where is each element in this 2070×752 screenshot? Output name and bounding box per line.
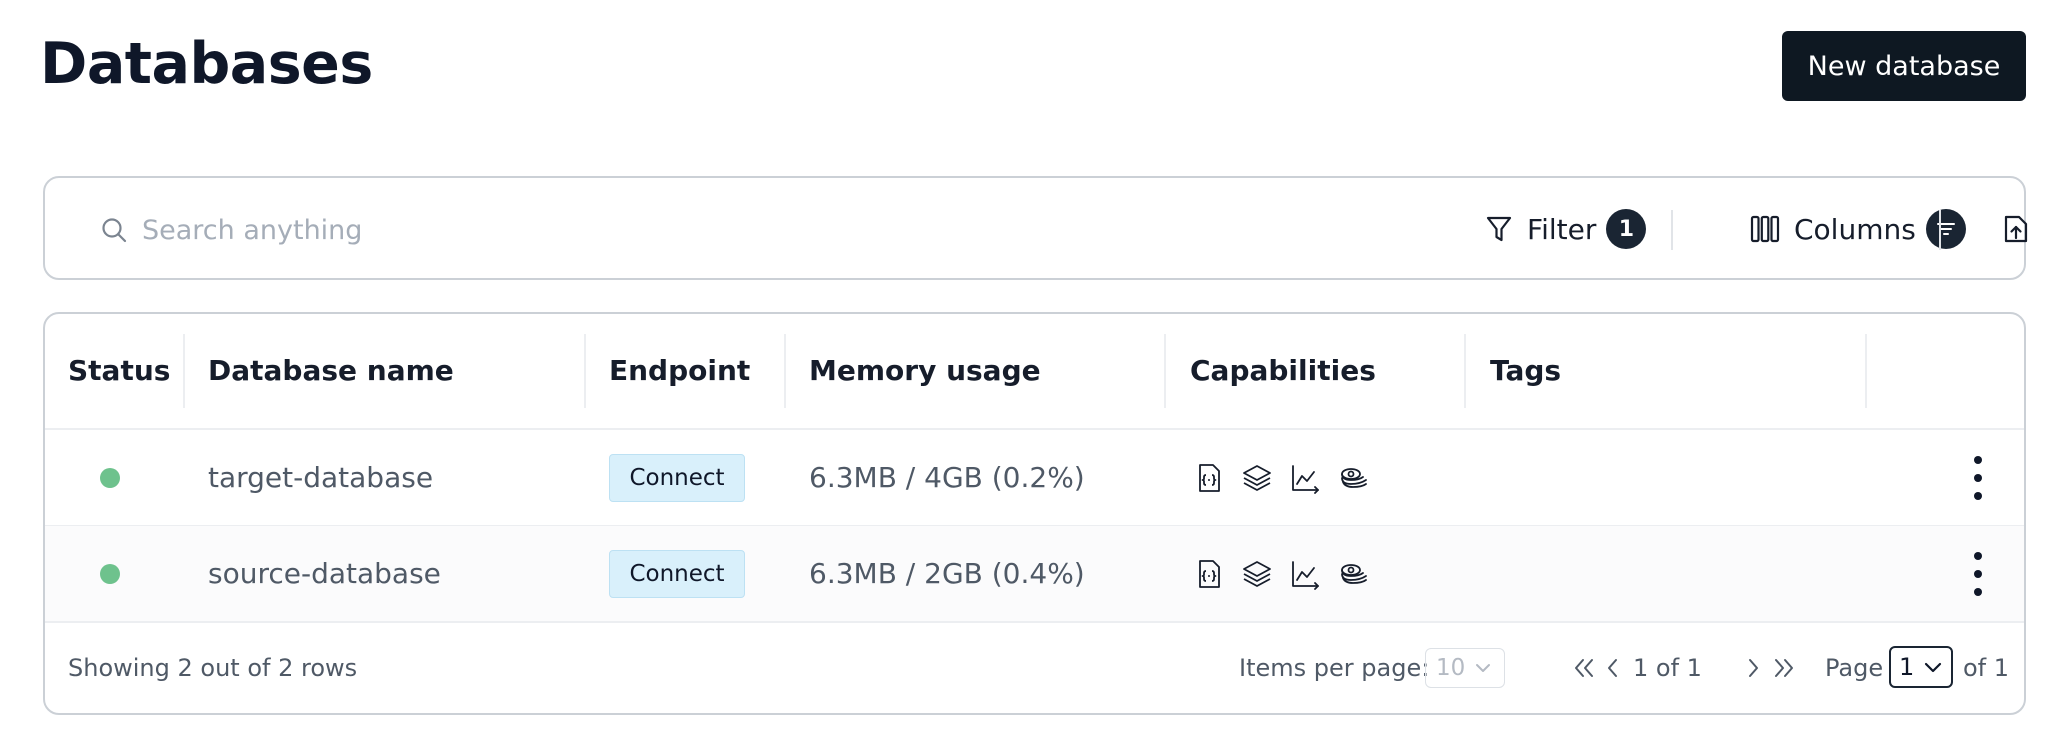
toolbar-divider: [1939, 210, 1941, 250]
row-actions-menu[interactable]: [1968, 552, 1988, 596]
column-header-status: Status: [68, 354, 171, 387]
filter-button[interactable]: Filter 1: [1485, 200, 1647, 258]
connect-button[interactable]: Connect: [609, 550, 745, 598]
filter-icon: [1486, 216, 1512, 242]
toolbar: Filter 1 Columns: [43, 176, 2028, 280]
dot-icon: [1974, 552, 1982, 560]
json-icon: [1199, 464, 1220, 492]
column-header-memory-usage: Memory usage: [809, 354, 1041, 387]
columns-sort-badge: [1925, 209, 1966, 249]
column-divider[interactable]: [1865, 334, 1867, 408]
column-divider[interactable]: [183, 334, 185, 408]
dot-icon: [1974, 474, 1982, 482]
column-divider[interactable]: [1164, 334, 1166, 408]
dot-icon: [1974, 492, 1982, 500]
column-divider[interactable]: [784, 334, 786, 408]
previous-page-icon[interactable]: [1605, 656, 1619, 680]
columns-icon: [1750, 215, 1780, 243]
page-range-text: 1 of 1: [1633, 654, 1702, 682]
filter-count-badge: 1: [1606, 209, 1647, 249]
page-select-value: 1: [1899, 653, 1915, 681]
databases-table: Status Database name Endpoint Memory usa…: [43, 312, 2026, 715]
search-icon: [102, 218, 127, 243]
column-divider[interactable]: [1464, 334, 1466, 408]
connect-button[interactable]: Connect: [609, 454, 745, 502]
memory-usage: 6.3MB / 4GB (0.2%): [809, 461, 1085, 494]
dot-icon: [1974, 570, 1982, 578]
probabilistic-icon: [1341, 468, 1367, 488]
page-label: Page: [1825, 654, 1884, 682]
column-header-tags: Tags: [1490, 354, 1562, 387]
last-page-icon[interactable]: [1773, 656, 1795, 680]
database-name[interactable]: source-database: [208, 526, 441, 622]
rows-count-text: Showing 2 out of 2 rows: [68, 654, 358, 682]
probabilistic-icon: [1341, 564, 1367, 584]
page-select[interactable]: 1: [1889, 646, 1953, 688]
status-dot-active: [100, 564, 120, 584]
first-page-icon[interactable]: [1573, 656, 1595, 680]
items-per-page-label: Items per page:: [1239, 654, 1430, 682]
json-icon: [1199, 560, 1220, 588]
column-divider[interactable]: [584, 334, 586, 408]
table-row[interactable]: source-database Connect 6.3MB / 2GB (0.4…: [45, 526, 2024, 622]
search-input[interactable]: [140, 205, 1344, 255]
column-header-database-name: Database name: [208, 354, 454, 387]
columns-label: Columns: [1794, 212, 1916, 246]
chevron-down-icon: [1476, 664, 1491, 672]
filter-label: Filter: [1527, 212, 1597, 246]
toolbar-divider: [1671, 210, 1673, 250]
page-total-text: of 1: [1963, 654, 2010, 682]
status-dot-active: [100, 468, 120, 488]
new-database-button[interactable]: New database: [1782, 31, 2026, 101]
database-name[interactable]: target-database: [208, 430, 433, 526]
memory-usage: 6.3MB / 2GB (0.4%): [809, 557, 1085, 590]
next-page-icon[interactable]: [1747, 656, 1761, 680]
page-title: Databases: [40, 31, 373, 97]
dot-icon: [1974, 456, 1982, 464]
timeseries-chart-icon: [1292, 465, 1319, 494]
export-icon[interactable]: [2002, 214, 2030, 244]
layers-icon: [1243, 465, 1271, 491]
timeseries-chart-icon: [1292, 561, 1319, 590]
table-row[interactable]: target-database Connect 6.3MB / 4GB (0.2…: [45, 430, 2024, 526]
table-footer: Showing 2 out of 2 rows Items per page: …: [45, 621, 2024, 713]
items-per-page-value: 10: [1436, 655, 1466, 681]
layers-icon: [1243, 561, 1271, 587]
column-header-capabilities: Capabilities: [1190, 354, 1376, 387]
chevron-down-icon: [1925, 662, 1942, 672]
row-actions-menu[interactable]: [1968, 456, 1988, 500]
items-per-page-select[interactable]: 10: [1425, 648, 1505, 688]
dot-icon: [1974, 588, 1982, 596]
columns-button[interactable]: Columns: [1750, 200, 1966, 258]
column-header-endpoint: Endpoint: [609, 354, 751, 387]
